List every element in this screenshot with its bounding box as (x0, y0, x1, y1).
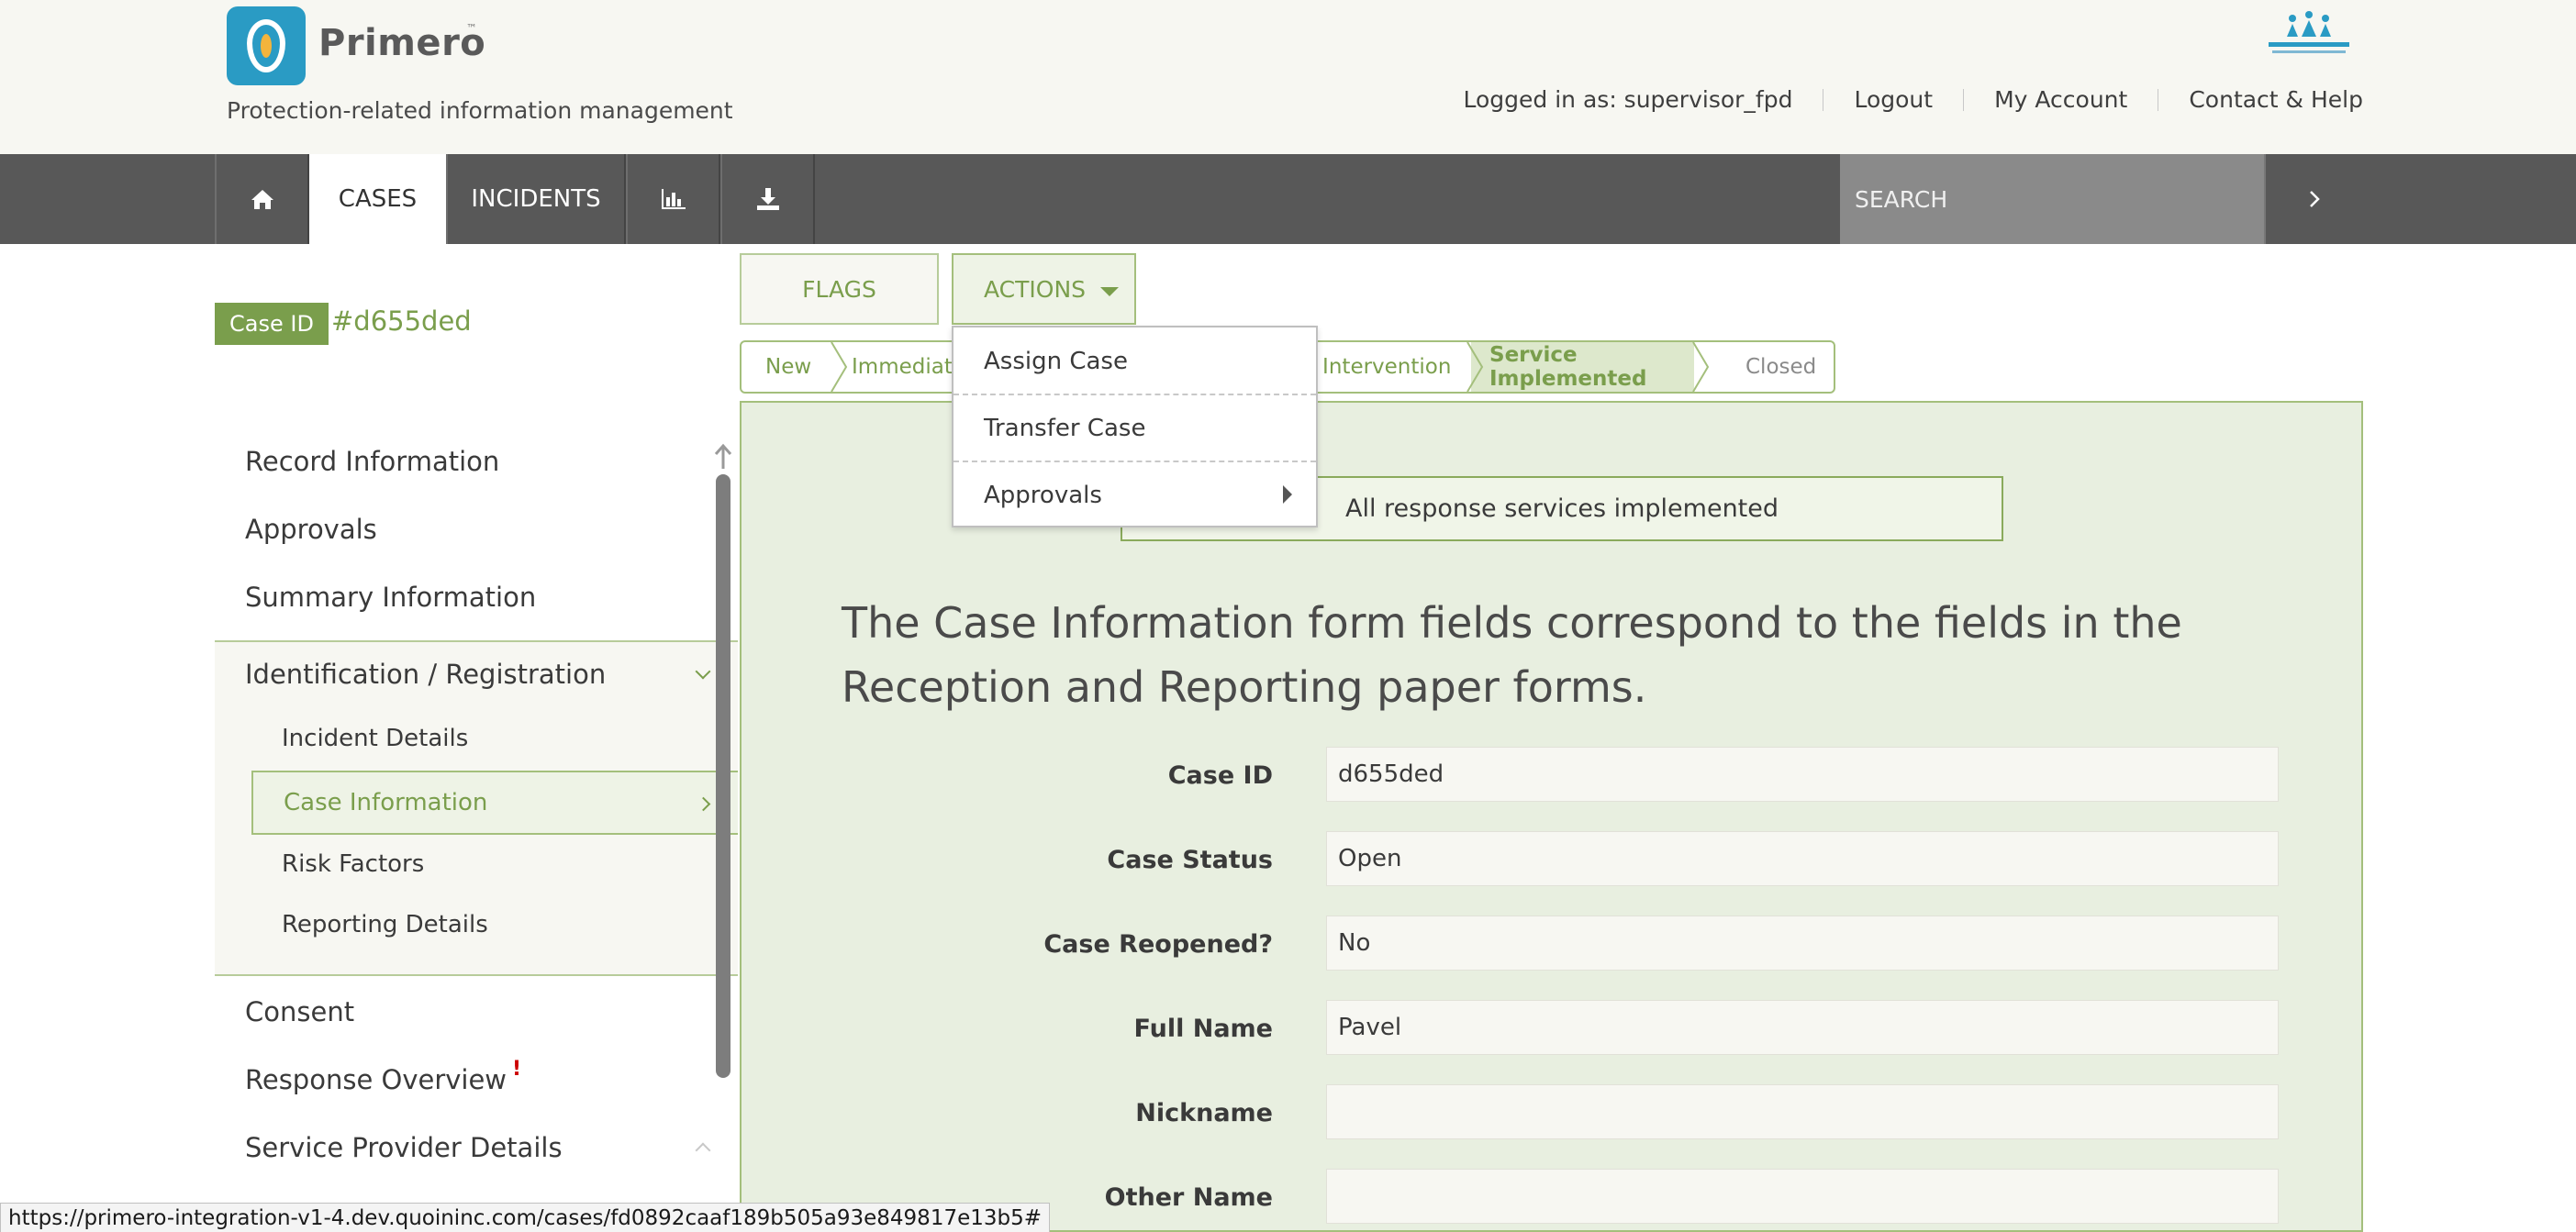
sidebar-item-identification-registration[interactable]: Identification / Registration (215, 642, 738, 706)
actions-dropdown-menu: Assign Case Transfer Case Approvals (952, 326, 1318, 527)
link-preview-url: https://primero-integration-v1-4.dev.quo… (0, 1203, 1051, 1232)
primero-logo-icon[interactable] (227, 6, 306, 85)
divider (1963, 88, 1965, 111)
nav-home-button[interactable] (215, 154, 309, 244)
case-id-value: #d655ded (331, 305, 472, 337)
caret-down-icon (1100, 287, 1119, 296)
actions-button[interactable]: ACTIONS (952, 253, 1136, 325)
field-value-case-reopened[interactable]: No (1326, 916, 2279, 971)
sidebar-item-label: Case Information (284, 789, 488, 816)
partner-logo-icon (2269, 11, 2349, 53)
sidebar-item-consent[interactable]: Consent (215, 989, 738, 1035)
user-links: Logged in as: supervisor_fpd Logout My A… (1464, 86, 2363, 113)
chevron-down-icon (695, 663, 711, 680)
menu-item-approvals[interactable]: Approvals (953, 461, 1316, 528)
field-value-other-name[interactable] (1326, 1169, 2279, 1224)
actions-button-label: ACTIONS (984, 275, 1087, 303)
sidebar-item-label: Service Provider Details (245, 1132, 563, 1163)
field-value-case-status[interactable]: Open (1326, 831, 2279, 886)
field-label-case-status: Case Status (1107, 846, 1273, 874)
bar-chart-icon (661, 189, 686, 209)
sidebar-item-response-overview[interactable]: Response Overview ! (215, 1057, 738, 1103)
sidebar-item-case-information[interactable]: Case Information (251, 771, 738, 835)
my-account-link[interactable]: My Account (1994, 86, 2127, 113)
sidebar-item-risk-factors[interactable]: Risk Factors (215, 841, 738, 887)
workflow-step-new: New (765, 355, 812, 379)
logged-in-user: Logged in as: supervisor_fpd (1463, 86, 1793, 113)
form-sidebar: Record Information Approvals Summary Inf… (215, 429, 738, 1232)
app-header: Primero ™ Protection-related information… (0, 0, 2576, 154)
workflow-separator (1466, 342, 1484, 392)
menu-item-assign-case[interactable]: Assign Case (953, 327, 1316, 394)
logout-link[interactable]: Logout (1854, 86, 1933, 113)
form-intro-text: The Case Information form fields corresp… (842, 598, 2182, 712)
sidebar-item-incident-details[interactable]: Incident Details (215, 716, 738, 761)
field-label-full-name: Full Name (1133, 1015, 1274, 1043)
app-tagline: Protection-related information managemen… (227, 97, 733, 124)
nav-cases-tab[interactable]: CASES (309, 154, 446, 244)
search-input[interactable] (1855, 185, 2264, 213)
field-value-full-name[interactable]: Pavel (1326, 1000, 2279, 1055)
search-submit-button[interactable] (2264, 154, 2363, 244)
home-icon (251, 190, 273, 209)
search-field[interactable] (1840, 154, 2264, 244)
field-label-case-reopened: Case Reopened? (1043, 930, 1273, 959)
nav-incidents-tab[interactable]: INCIDENTS (446, 154, 626, 244)
chevron-right-icon (696, 796, 711, 812)
workflow-step-intervention: / Intervention (1309, 355, 1452, 379)
alert-flag-icon: ! (512, 1057, 522, 1081)
scroll-up-arrow-icon[interactable] (714, 443, 732, 471)
nav-export-button[interactable] (720, 154, 815, 244)
field-label-nickname: Nickname (1135, 1099, 1273, 1127)
nav-reports-button[interactable] (626, 154, 720, 244)
contact-help-link[interactable]: Contact & Help (2189, 86, 2363, 113)
workflow-separator (1692, 342, 1710, 392)
field-label-other-name: Other Name (1104, 1183, 1273, 1212)
submenu-arrow-icon (1283, 485, 1292, 504)
chevron-up-icon (695, 1142, 711, 1159)
field-label-case-id: Case ID (1167, 761, 1273, 790)
case-id-label: Case ID (215, 303, 329, 345)
sidebar-item-service-provider-details[interactable]: Service Provider Details (215, 1125, 738, 1171)
sidebar-item-reporting-details[interactable]: Reporting Details (215, 902, 738, 948)
menu-item-label: Approvals (984, 481, 1102, 509)
sidebar-item-approvals[interactable]: Approvals (215, 506, 738, 552)
trademark-mark: ™ (466, 22, 477, 35)
workflow-step-closed: Closed (1745, 355, 1817, 379)
field-value-case-id[interactable]: d655ded (1326, 747, 2279, 802)
workflow-step-service-implemented: Service Implemented (1471, 342, 1694, 392)
sidebar-item-record-information[interactable]: Record Information (215, 438, 738, 484)
workflow-separator (831, 342, 848, 392)
chevron-right-icon (2310, 191, 2320, 207)
sidebar-scrollbar[interactable] (716, 474, 730, 1078)
sidebar-item-label: Response Overview (245, 1064, 507, 1095)
field-value-nickname[interactable] (1326, 1084, 2279, 1139)
sidebar-item-label: Identification / Registration (245, 659, 607, 690)
flags-button[interactable]: FLAGS (740, 253, 939, 325)
app-name[interactable]: Primero (318, 22, 485, 64)
sidebar-item-summary-information[interactable]: Summary Information (215, 574, 738, 620)
menu-item-transfer-case[interactable]: Transfer Case (953, 394, 1316, 461)
download-icon (756, 188, 779, 210)
